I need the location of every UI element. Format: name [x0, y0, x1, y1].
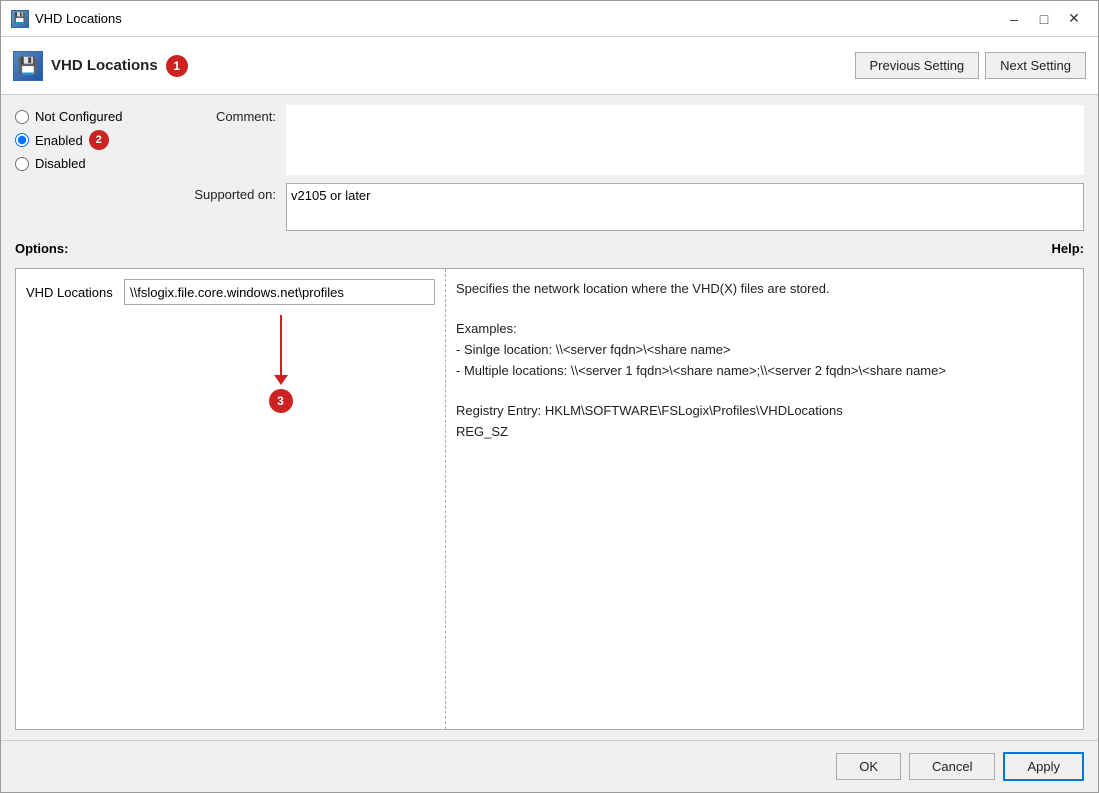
main-window: 💾 VHD Locations – □ ✕ 💾 VHD Locations 1 …	[0, 0, 1099, 793]
cancel-button[interactable]: Cancel	[909, 753, 995, 780]
disabled-radio[interactable]	[15, 157, 29, 171]
minimize-button[interactable]: –	[1000, 7, 1028, 31]
window-icon: 💾	[11, 10, 29, 28]
arrow-head	[274, 375, 288, 385]
arrow-line	[280, 315, 282, 375]
help-text-4: - Multiple locations: \\<server 1 fqdn>\…	[456, 361, 1073, 382]
title-bar-controls: – □ ✕	[1000, 7, 1088, 31]
content-area: Not Configured Enabled 2 Disabled Commen…	[1, 95, 1098, 740]
main-panel: VHD Locations 3 Specifies the network lo…	[15, 268, 1084, 730]
fields-section: Comment: Supported on: v2105 or later	[176, 105, 1084, 231]
title-bar: 💾 VHD Locations – □ ✕	[1, 1, 1098, 37]
vhd-locations-input[interactable]	[124, 279, 435, 305]
header-title: VHD Locations	[51, 57, 158, 74]
help-text-5: Registry Entry: HKLM\SOFTWARE\FSLogix\Pr…	[456, 401, 1073, 422]
help-text-3: - Sinlge location: \\<server fqdn>\<shar…	[456, 340, 1073, 361]
options-pane: VHD Locations 3	[16, 269, 446, 729]
window-title: VHD Locations	[35, 11, 122, 26]
config-section: Not Configured Enabled 2 Disabled Commen…	[15, 105, 1084, 231]
help-text-2: Examples:	[456, 319, 1073, 340]
comment-textarea[interactable]	[286, 105, 1084, 175]
help-section-label: Help:	[1052, 241, 1085, 256]
close-button[interactable]: ✕	[1060, 7, 1088, 31]
supported-row: Supported on: v2105 or later	[176, 183, 1084, 231]
arrow-badge: 3	[269, 389, 293, 413]
comment-label: Comment:	[176, 105, 276, 124]
comment-row: Comment:	[176, 105, 1084, 175]
next-setting-button[interactable]: Next Setting	[985, 52, 1086, 79]
header-buttons: Previous Setting Next Setting	[855, 52, 1087, 79]
header-icon: 💾	[13, 51, 43, 81]
bottom-bar: OK Cancel Apply	[1, 740, 1098, 792]
help-pane: Specifies the network location where the…	[446, 269, 1083, 729]
title-bar-left: 💾 VHD Locations	[11, 10, 122, 28]
supported-label: Supported on:	[176, 183, 276, 202]
help-text-1: Specifies the network location where the…	[456, 279, 1073, 300]
enabled-radio[interactable]	[15, 133, 29, 147]
supported-value: v2105 or later	[286, 183, 1084, 231]
not-configured-label: Not Configured	[35, 109, 122, 124]
enabled-badge: 2	[89, 130, 109, 150]
header-badge: 1	[166, 55, 188, 77]
apply-button[interactable]: Apply	[1003, 752, 1084, 781]
options-section-label: Options:	[15, 241, 68, 256]
not-configured-option: Not Configured	[15, 109, 160, 124]
header-left: 💾 VHD Locations 1	[13, 51, 188, 81]
ok-button[interactable]: OK	[836, 753, 901, 780]
enabled-label: Enabled	[35, 133, 83, 148]
disabled-label: Disabled	[35, 156, 86, 171]
radio-group: Not Configured Enabled 2 Disabled	[15, 105, 160, 231]
previous-setting-button[interactable]: Previous Setting	[855, 52, 980, 79]
vhd-locations-label: VHD Locations	[26, 285, 116, 300]
help-text-6: REG_SZ	[456, 422, 1073, 443]
disabled-option: Disabled	[15, 156, 160, 171]
arrow-annotation: 3	[126, 315, 435, 413]
header-bar: 💾 VHD Locations 1 Previous Setting Next …	[1, 37, 1098, 95]
not-configured-radio[interactable]	[15, 110, 29, 124]
vhd-locations-row: VHD Locations	[26, 279, 435, 305]
enabled-option: Enabled 2	[15, 130, 160, 150]
restore-button[interactable]: □	[1030, 7, 1058, 31]
